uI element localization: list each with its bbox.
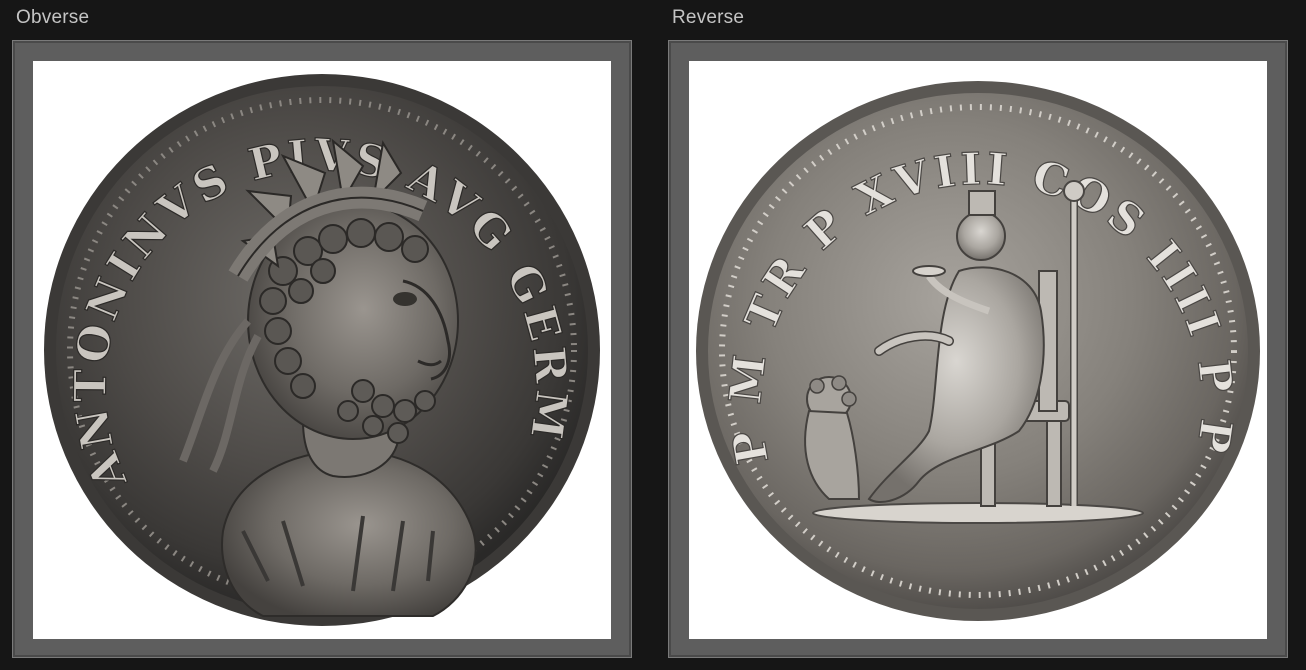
reverse-panel: Reverse P M TR P XVIII COS IIII P P <box>668 0 1290 670</box>
obverse-image[interactable]: ANTONINVS PIVS AVG GERM <box>33 61 611 639</box>
reverse-coin: P M TR P XVIII COS IIII P P <box>696 81 1260 621</box>
obverse-panel: Obverse ANTONINVS PIVS AVG GERM <box>12 0 634 670</box>
reverse-label: Reverse <box>672 7 745 28</box>
reverse-image[interactable]: P M TR P XVIII COS IIII P P <box>689 61 1267 639</box>
coin-viewer: Obverse ANTONINVS PIVS AVG GERM Reverse … <box>0 0 1306 670</box>
obverse-frame: ANTONINVS PIVS AVG GERM <box>12 40 632 658</box>
obverse-coin: ANTONINVS PIVS AVG GERM <box>44 74 600 626</box>
obverse-label: Obverse <box>16 7 90 28</box>
reverse-frame: P M TR P XVIII COS IIII P P <box>668 40 1288 658</box>
